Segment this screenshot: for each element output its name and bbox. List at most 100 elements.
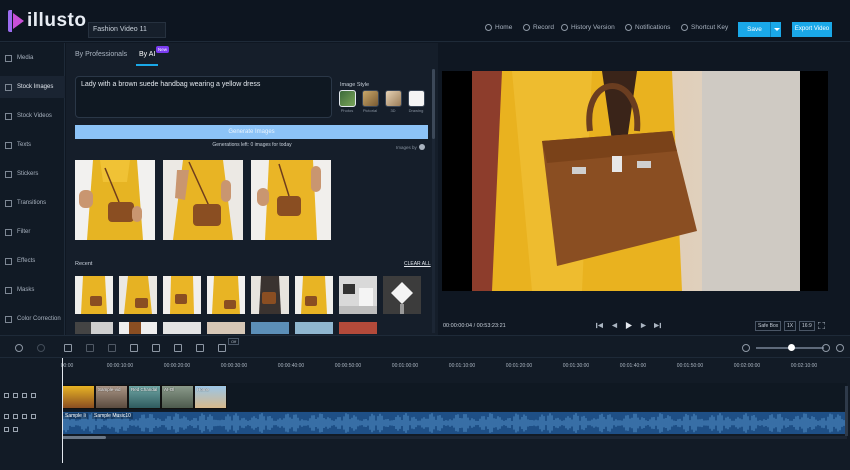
- export-video-button[interactable]: Export Video: [792, 22, 832, 37]
- nav-history[interactable]: History Version: [561, 24, 615, 31]
- sidebar-item-effects[interactable]: Effects: [0, 250, 65, 272]
- recent-image[interactable]: [339, 322, 377, 334]
- lock-icon[interactable]: [31, 414, 36, 419]
- generated-image[interactable]: [163, 160, 243, 240]
- undo-icon[interactable]: [15, 344, 23, 352]
- nav-home[interactable]: Home: [485, 24, 512, 31]
- nav-shortcut[interactable]: Shortcut Key: [681, 24, 728, 31]
- fit-timeline-icon[interactable]: [836, 344, 844, 352]
- nav-notifications[interactable]: Notifications: [625, 24, 670, 31]
- recent-image[interactable]: [295, 276, 333, 314]
- recent-image[interactable]: [207, 276, 245, 314]
- scrollbar-thumb[interactable]: [62, 436, 106, 439]
- visibility-eye-icon[interactable]: [13, 414, 18, 419]
- skip-end-icon[interactable]: [654, 322, 661, 329]
- sidebar-item-filter[interactable]: Filter: [0, 221, 65, 243]
- audio-track[interactable]: Sample Ii Sample Music10: [62, 412, 847, 434]
- recent-image[interactable]: [339, 276, 377, 314]
- style-3d-option[interactable]: [385, 90, 402, 107]
- safe-box-toggle[interactable]: Safe Box: [755, 321, 782, 331]
- fullscreen-icon[interactable]: [818, 322, 825, 329]
- timeline-clip[interactable]: Red Chandal: [128, 385, 161, 409]
- trim-left-icon[interactable]: [86, 344, 94, 352]
- sticker-icon: [5, 170, 12, 178]
- sidebar-item-texts[interactable]: Texts: [0, 134, 65, 156]
- zoom-out-icon[interactable]: [742, 344, 750, 352]
- aspect-ratio-select[interactable]: 16:9: [799, 321, 815, 331]
- zoom-slider-knob[interactable]: [788, 344, 795, 351]
- style-pictorial-option[interactable]: [362, 90, 379, 107]
- ruler-tick-label: 00:02:00:00: [733, 363, 761, 369]
- delete-icon[interactable]: [130, 344, 138, 352]
- timeline-vertical-scrollbar[interactable]: [845, 386, 848, 436]
- style-drawing-option[interactable]: [408, 90, 425, 107]
- redo-icon[interactable]: [37, 344, 45, 352]
- save-button[interactable]: Save: [738, 22, 781, 37]
- generated-image[interactable]: [75, 160, 155, 240]
- sidebar-item-stock-videos[interactable]: Stock Videos: [0, 105, 65, 127]
- scrollbar-thumb[interactable]: [432, 69, 435, 139]
- volume-icon[interactable]: [22, 393, 27, 398]
- recent-image[interactable]: [207, 322, 245, 334]
- freeze-frame-icon[interactable]: [174, 344, 182, 352]
- screenshot-icon[interactable]: [196, 344, 204, 352]
- recent-image[interactable]: [251, 276, 289, 314]
- visibility-eye-icon[interactable]: [13, 393, 18, 398]
- sidebar-item-label: Masks: [17, 287, 35, 293]
- panel-scrollbar[interactable]: [432, 69, 435, 333]
- style-photos-option[interactable]: [339, 90, 356, 107]
- recent-image[interactable]: [163, 322, 201, 334]
- preview-controls: 00:00:00:04 / 00:53:23:21 Safe Box 1X 16…: [439, 315, 850, 335]
- volume-icon[interactable]: [22, 414, 27, 419]
- ai-prompt-input[interactable]: [75, 76, 332, 118]
- timeline-ruler[interactable]: 00:00 00:00:10:00 00:00:20:00 00:00:30:0…: [61, 358, 850, 378]
- zoom-select[interactable]: 1X: [784, 321, 797, 331]
- timeline-clip[interactable]: Home: [194, 385, 227, 409]
- step-forward-icon[interactable]: [640, 322, 647, 329]
- sidebar-item-stock-images[interactable]: Stock Images: [0, 76, 65, 98]
- recent-image[interactable]: [119, 322, 157, 334]
- recent-image[interactable]: [163, 276, 201, 314]
- sidebar-item-stickers[interactable]: Stickers: [0, 163, 65, 185]
- image-insert-icon[interactable]: [152, 344, 160, 352]
- generate-images-button[interactable]: Generate Images: [75, 125, 428, 139]
- recent-image[interactable]: [251, 322, 289, 334]
- nav-record[interactable]: Record: [523, 24, 554, 31]
- preview-canvas[interactable]: [442, 71, 828, 291]
- skip-start-icon[interactable]: [596, 322, 603, 329]
- project-name-field[interactable]: Fashion Video 11: [88, 22, 166, 38]
- sidebar-item-color-correction[interactable]: Color Correction: [0, 308, 65, 330]
- playhead[interactable]: [62, 358, 63, 463]
- step-back-icon[interactable]: [611, 322, 618, 329]
- audio-clip-label: Sample Ii: [63, 413, 88, 419]
- recent-image[interactable]: [119, 276, 157, 314]
- timeline-clip[interactable]: [62, 385, 95, 409]
- sidebar-item-transitions[interactable]: Transitions: [0, 192, 65, 214]
- generated-image[interactable]: [251, 160, 331, 240]
- app-logo[interactable]: illusto: [8, 10, 88, 32]
- recent-image[interactable]: [75, 322, 113, 334]
- recent-image[interactable]: [75, 276, 113, 314]
- clear-all-link[interactable]: CLEAR ALL: [404, 261, 431, 267]
- trim-right-icon[interactable]: [108, 344, 116, 352]
- sidebar-item-masks[interactable]: Masks: [0, 279, 65, 301]
- timeline-clip[interactable]: Sample-vid: [95, 385, 128, 409]
- sidebar-item-label: Media: [17, 55, 34, 61]
- split-scissors-icon[interactable]: [64, 344, 72, 352]
- timeline-clip[interactable]: AI-Ol: [161, 385, 194, 409]
- recent-image[interactable]: [295, 322, 333, 334]
- snap-icon[interactable]: [218, 344, 226, 352]
- lock-icon[interactable]: [31, 393, 36, 398]
- clip-label: Home: [197, 387, 210, 392]
- subtitle-icon[interactable]: [4, 427, 9, 432]
- timeline-scrollbar[interactable]: [62, 436, 847, 439]
- tab-by-professionals[interactable]: By Professionals: [75, 51, 127, 58]
- zoom-in-icon[interactable]: [822, 344, 830, 352]
- recent-label: Recent: [75, 261, 93, 267]
- add-track-icon[interactable]: [13, 427, 18, 432]
- sidebar-item-media[interactable]: Media: [0, 47, 65, 69]
- save-dropdown-chevron-icon[interactable]: [770, 22, 781, 37]
- tab-by-ai[interactable]: By AI: [139, 51, 155, 58]
- recent-image[interactable]: [383, 276, 421, 314]
- play-icon[interactable]: [625, 322, 632, 329]
